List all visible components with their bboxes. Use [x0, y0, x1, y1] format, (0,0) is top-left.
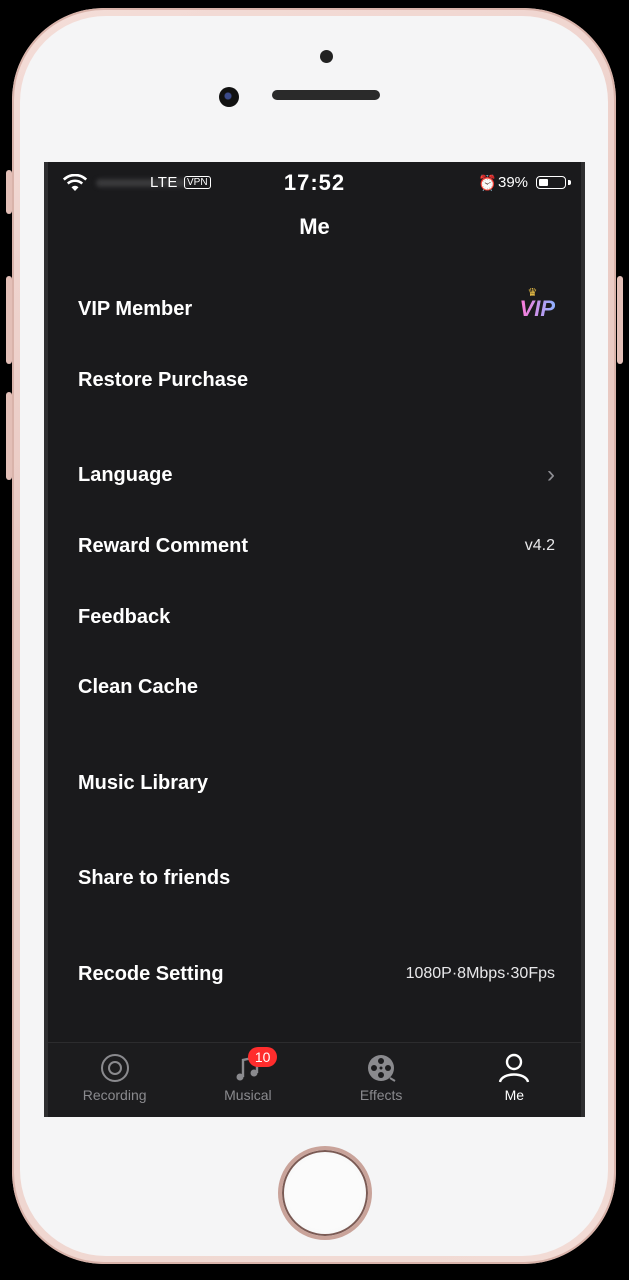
record-icon [100, 1054, 129, 1082]
tab-effects-label: Effects [359, 1087, 403, 1103]
battery-level [539, 179, 548, 186]
vip-badge: ♛ VIP [519, 287, 555, 322]
tab-recording[interactable]: Recording [48, 1043, 181, 1117]
vip-member-label: VIP Member [78, 297, 193, 320]
recode-setting-label: Recode Setting [78, 962, 224, 985]
status-bar: LTE VPN 17:52 ⏰ 39% [48, 162, 581, 206]
crown-icon: ♛ [527, 287, 538, 299]
clean-cache-row[interactable]: Clean Cache [78, 664, 555, 710]
app-version: v4.2 [524, 537, 555, 554]
language-label: Language [78, 463, 173, 486]
mute-switch [6, 170, 12, 214]
vip-badge-text: VIP [519, 296, 555, 321]
recode-setting-value: 1080P·8Mbps·30Fps [405, 965, 555, 982]
share-to-friends-label: Share to friends [78, 866, 231, 889]
clean-cache-label: Clean Cache [78, 675, 199, 698]
feedback-row[interactable]: Feedback [78, 594, 555, 640]
restore-purchase-label: Restore Purchase [78, 368, 249, 391]
app-screen: LTE VPN 17:52 ⏰ 39% Me VIP Member ♛ VIP … [44, 162, 585, 1117]
tab-recording-label: Recording [82, 1087, 147, 1103]
tab-me[interactable]: Me [448, 1043, 581, 1117]
battery-percentage: 39% [498, 174, 529, 191]
power-button [617, 276, 623, 364]
tab-musical-label: Musical [224, 1087, 272, 1103]
recode-setting-row[interactable]: Recode Setting 1080P·8Mbps·30Fps [78, 951, 555, 997]
language-row[interactable]: Language › [78, 452, 555, 498]
battery-icon [536, 176, 566, 189]
tab-bar: Recording 10 Musical Effects Me [48, 1042, 581, 1117]
tab-me-label: Me [504, 1087, 525, 1103]
front-camera [219, 87, 239, 107]
vip-member-row[interactable]: VIP Member ♛ VIP [78, 286, 555, 332]
volume-up-button [6, 276, 12, 364]
tab-musical[interactable]: 10 Musical [181, 1043, 314, 1117]
reward-comment-label: Reward Comment [78, 534, 249, 557]
proximity-sensor [320, 50, 333, 63]
home-button[interactable] [278, 1146, 372, 1240]
chevron-right-icon: › [547, 461, 555, 488]
music-library-row[interactable]: Music Library [78, 760, 555, 806]
film-reel-icon [368, 1055, 396, 1082]
share-to-friends-row[interactable]: Share to friends [78, 855, 555, 901]
music-library-label: Music Library [78, 771, 209, 794]
feedback-label: Feedback [78, 605, 171, 628]
restore-purchase-row[interactable]: Restore Purchase [78, 357, 555, 403]
person-icon [499, 1053, 530, 1083]
battery-tip [568, 180, 571, 185]
alarm-icon: ⏰ [478, 175, 497, 192]
page-title: Me [299, 214, 330, 239]
earpiece-speaker [272, 90, 380, 100]
musical-badge: 10 [247, 1047, 278, 1067]
tab-effects[interactable]: Effects [315, 1043, 448, 1117]
volume-down-button [6, 392, 12, 480]
reward-comment-row[interactable]: Reward Comment v4.2 [78, 523, 555, 569]
